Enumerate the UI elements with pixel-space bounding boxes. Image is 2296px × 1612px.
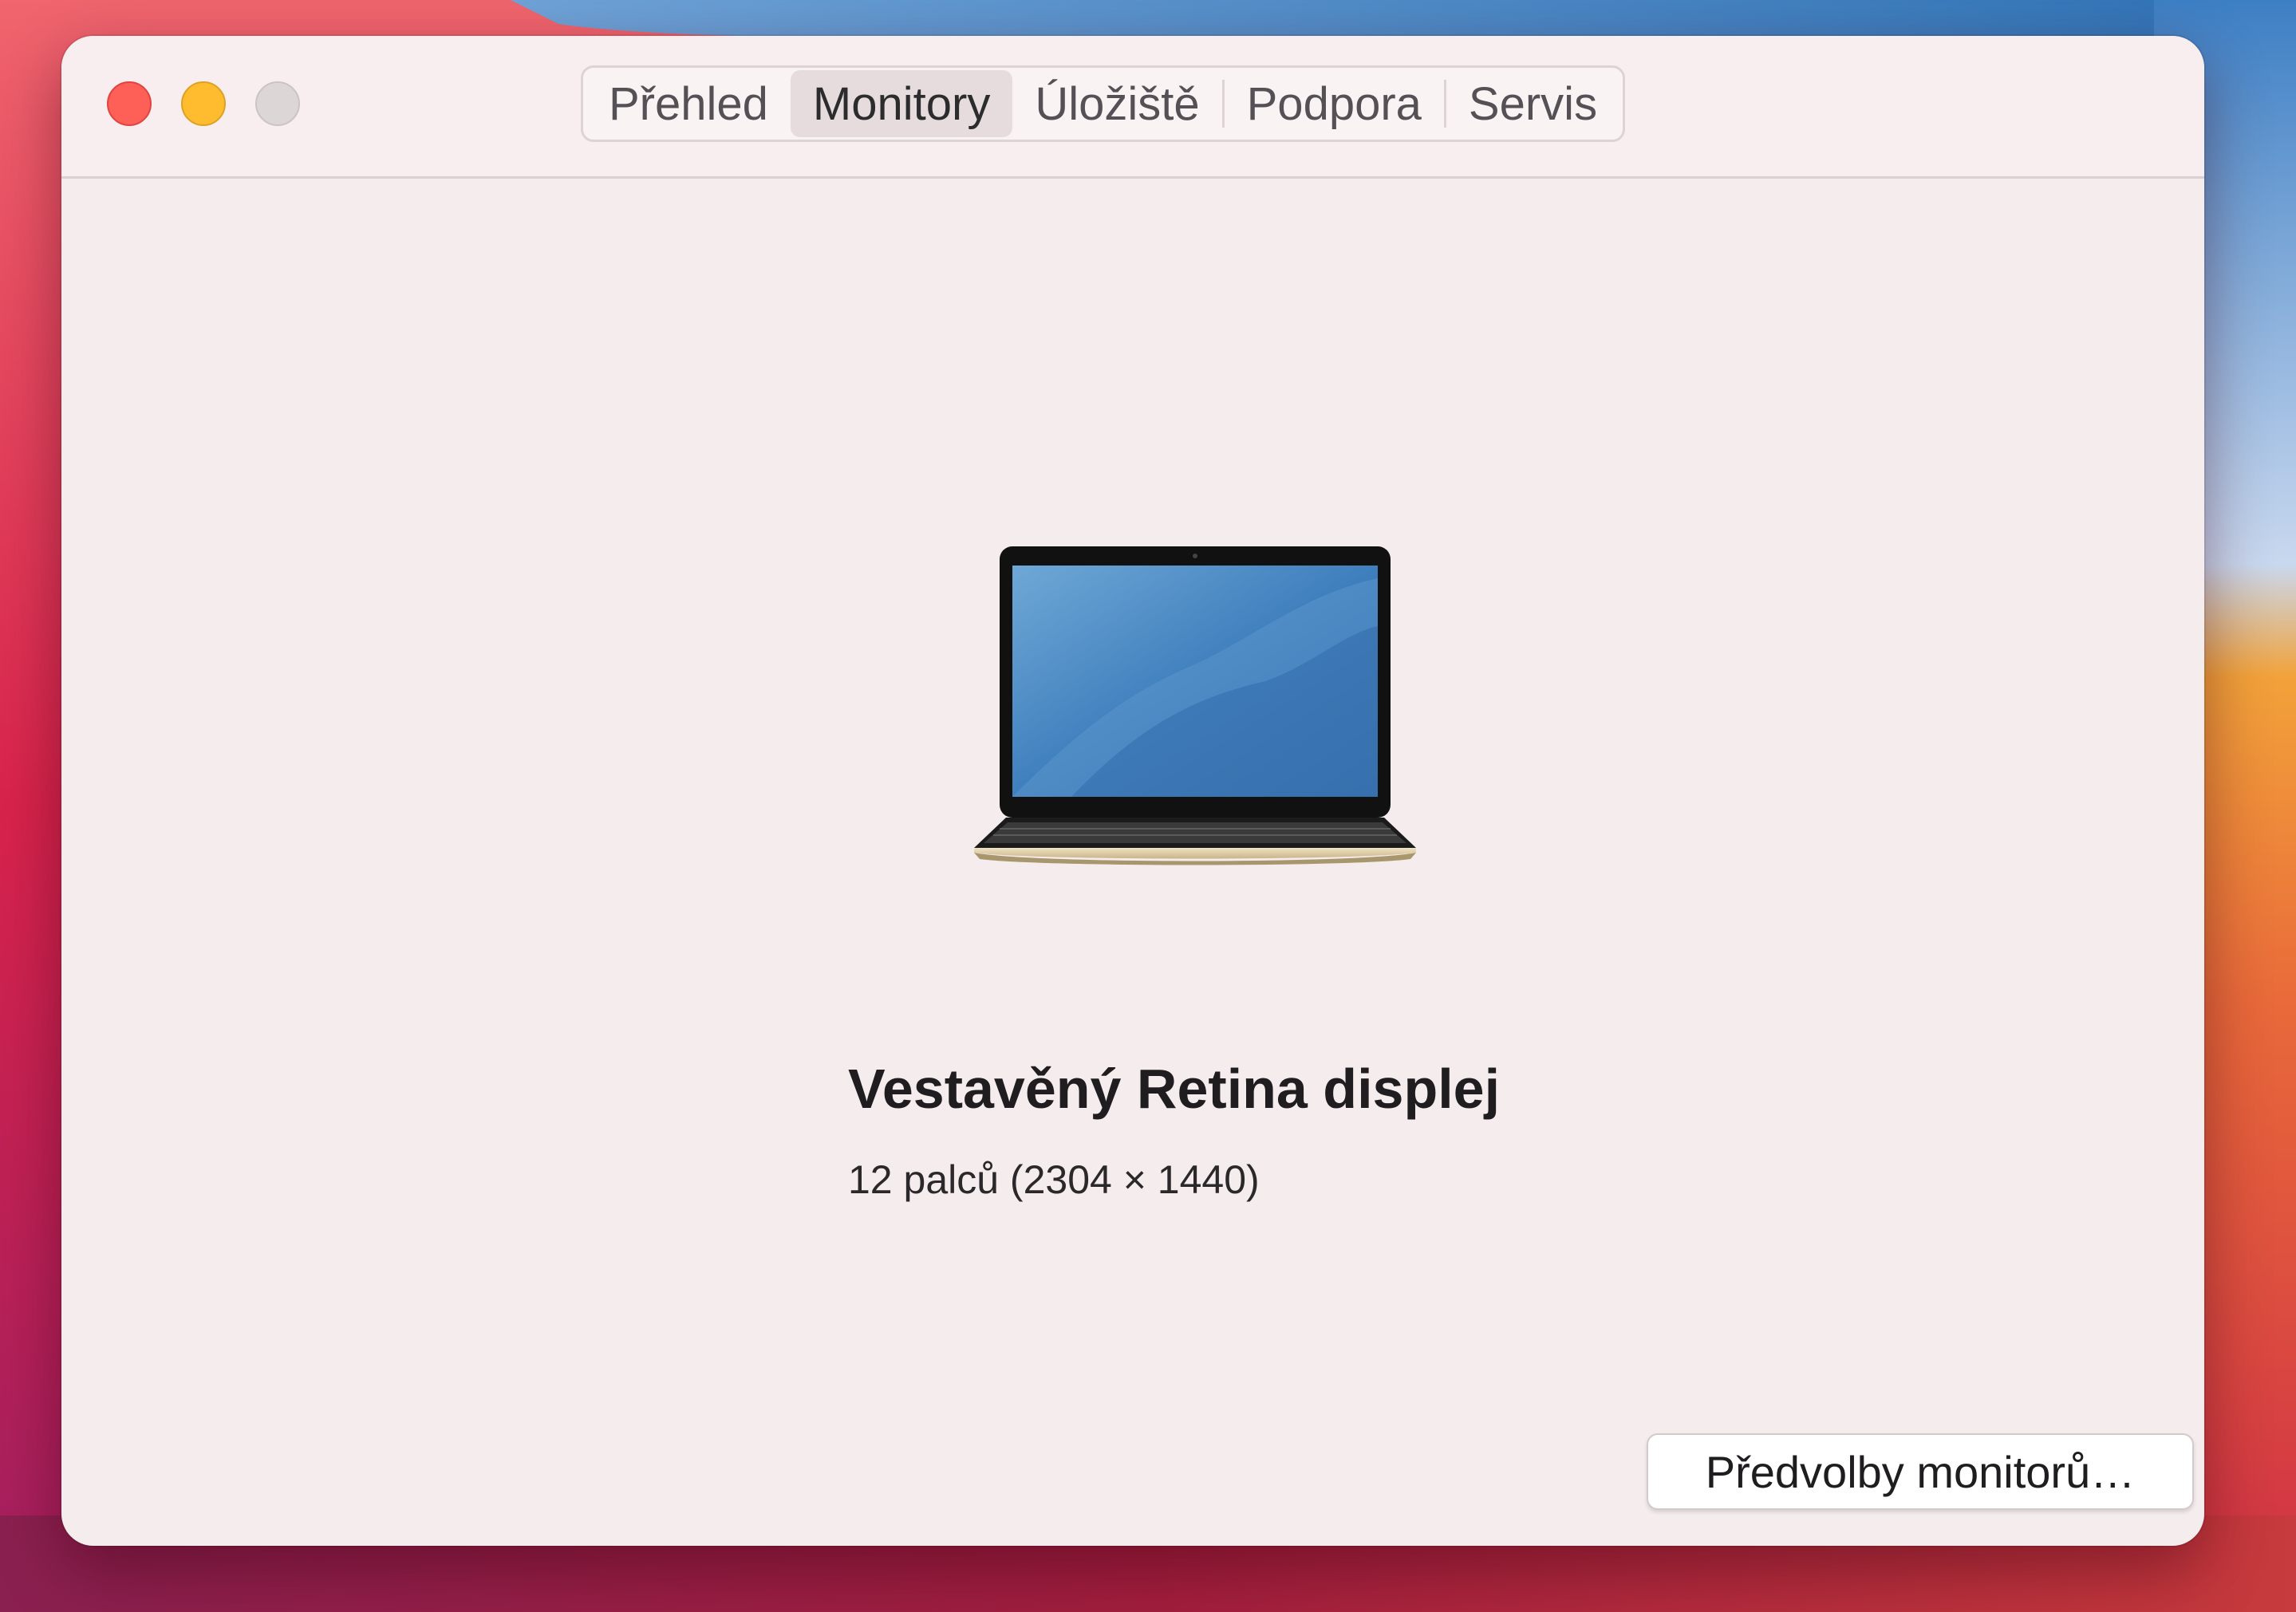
tab-bar: Přehled Monitory Úložiště Podpora Servis — [581, 65, 1626, 142]
tab-overview[interactable]: Přehled — [586, 70, 791, 137]
tab-service[interactable]: Servis — [1446, 70, 1619, 137]
window-titlebar: Přehled Monitory Úložiště Podpora Servis — [61, 36, 2204, 179]
about-this-mac-window: Přehled Monitory Úložiště Podpora Servis — [61, 36, 2204, 1546]
minimize-button[interactable] — [181, 81, 226, 126]
tab-storage[interactable]: Úložiště — [1012, 70, 1221, 137]
tab-displays[interactable]: Monitory — [790, 70, 1013, 137]
macbook-laptop-icon — [974, 546, 1416, 865]
tab-support[interactable]: Podpora — [1225, 70, 1444, 137]
display-title: Vestavěný Retina displej — [848, 1058, 1501, 1120]
display-resolution: 12 palců (2304 × 1440) — [848, 1157, 1260, 1202]
close-button[interactable] — [107, 81, 152, 126]
zoom-button[interactable] — [255, 81, 300, 126]
display-preferences-button[interactable]: Předvolby monitorů… — [1647, 1433, 2194, 1510]
